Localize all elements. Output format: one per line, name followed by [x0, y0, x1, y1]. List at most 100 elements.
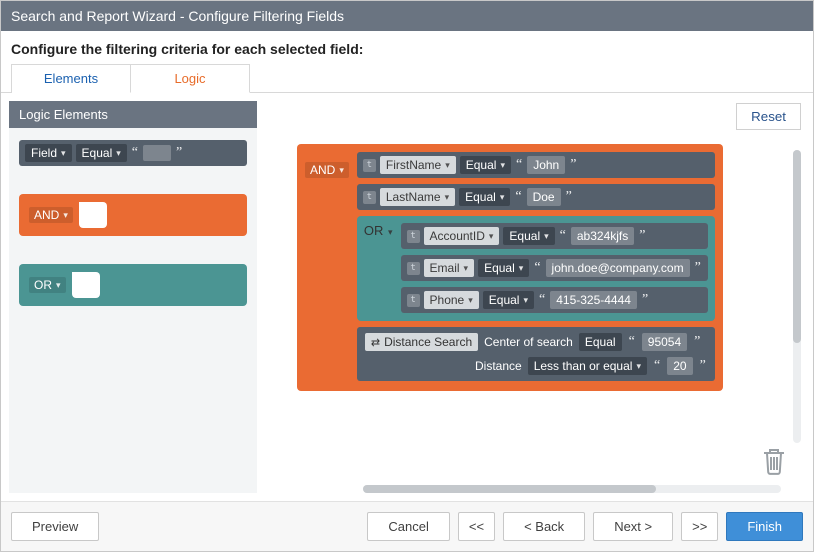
quote-icon: ”	[569, 157, 577, 173]
text-type-icon: t	[363, 159, 376, 172]
text-type-icon: t	[407, 262, 420, 275]
window-title: Search and Report Wizard - Configure Fil…	[1, 1, 813, 31]
field-dropdown[interactable]: LastName ▾	[380, 188, 455, 206]
condition-lastname[interactable]: t LastName ▾ Equal ▾ “ Doe ”	[357, 184, 715, 210]
palette-field-block[interactable]: Field ▾ Equal ▾ “ ”	[19, 140, 247, 166]
operator-dropdown[interactable]: Equal ▾	[459, 188, 510, 206]
center-value-input[interactable]: 95054	[642, 333, 687, 351]
condition-phone[interactable]: t Phone ▾ Equal ▾ “	[401, 287, 708, 313]
preview-button[interactable]: Preview	[11, 512, 99, 541]
value-input[interactable]	[143, 145, 171, 161]
value-input[interactable]: Doe	[527, 188, 561, 206]
quote-icon: ”	[638, 228, 646, 244]
first-page-button[interactable]: <<	[458, 512, 495, 541]
operator-label: Equal	[509, 229, 540, 243]
quote-icon: ”	[693, 334, 701, 350]
palette-or-block[interactable]: OR ▾	[19, 264, 247, 306]
operator-dropdown[interactable]: Equal ▾	[478, 259, 529, 277]
chevron-down-icon: ▾	[523, 295, 528, 306]
chevron-down-icon: ▾	[445, 192, 450, 203]
quote-icon: “	[628, 334, 636, 350]
field-dropdown[interactable]: Field ▾	[25, 144, 72, 162]
distance-search-block[interactable]: ⇄ Distance Search Center of search Equal…	[357, 327, 715, 381]
quote-icon: “	[514, 189, 522, 205]
operator-label: Equal	[466, 158, 497, 172]
or-group[interactable]: OR ▾ t AccountID ▾	[357, 216, 715, 321]
and-group[interactable]: AND ▾ t FirstName ▾	[297, 144, 723, 391]
or-dropdown[interactable]: OR ▾	[29, 277, 66, 293]
value-input[interactable]: ab324kjfs	[571, 227, 634, 245]
field-dropdown[interactable]: AccountID ▾	[424, 227, 500, 245]
chevron-down-icon: ▾	[489, 231, 494, 242]
and-dropdown[interactable]: AND ▾	[305, 162, 349, 178]
and-label: AND	[310, 163, 335, 177]
or-label: OR	[364, 223, 384, 238]
or-dropdown[interactable]: OR ▾	[364, 223, 393, 238]
distance-operator-dropdown[interactable]: Less than or equal ▾	[528, 357, 647, 375]
distance-label: Distance	[475, 359, 522, 373]
trash-icon[interactable]	[761, 446, 787, 479]
value-input[interactable]: 415-325-4444	[550, 291, 637, 309]
operator-label: Equal	[484, 261, 515, 275]
reset-button[interactable]: Reset	[736, 103, 801, 130]
chevron-down-icon: ▾	[339, 165, 344, 176]
value-input[interactable]: John	[527, 156, 565, 174]
palette-and-block[interactable]: AND ▾	[19, 194, 247, 236]
quote-icon: “	[533, 260, 541, 276]
tab-logic[interactable]: Logic	[130, 64, 250, 93]
chevron-down-icon: ▾	[500, 192, 505, 203]
operator-dropdown[interactable]: Equal ▾	[460, 156, 511, 174]
field-dropdown[interactable]: Phone ▾	[424, 291, 479, 309]
finish-button[interactable]: Finish	[726, 512, 803, 541]
and-body: t FirstName ▾ Equal ▾ “ John ”	[357, 152, 715, 381]
chevron-down-icon: ▾	[61, 148, 66, 159]
field-label: Field	[31, 146, 57, 160]
field-label: FirstName	[386, 158, 441, 172]
quote-icon: ”	[694, 260, 702, 276]
quote-icon: ”	[175, 145, 183, 161]
quote-icon: ”	[699, 358, 707, 374]
last-page-button[interactable]: >>	[681, 512, 718, 541]
center-operator[interactable]: Equal	[579, 333, 622, 351]
field-label: Email	[430, 261, 460, 275]
palette-header: Logic Elements	[9, 101, 257, 128]
vertical-scrollbar[interactable]	[793, 150, 801, 443]
text-type-icon: t	[363, 191, 376, 204]
operator-dropdown[interactable]: Equal ▾	[503, 227, 554, 245]
logic-canvas[interactable]: AND ▾ t FirstName ▾	[257, 136, 805, 493]
wizard-footer: Preview Cancel << < Back Next > >> Finis…	[1, 501, 813, 551]
operator-label: Equal	[82, 146, 113, 160]
operator-dropdown[interactable]: Equal ▾	[483, 291, 534, 309]
field-label: Phone	[430, 293, 465, 307]
next-button[interactable]: Next >	[593, 512, 673, 541]
text-type-icon: t	[407, 294, 420, 307]
distance-search-label: Distance Search	[384, 335, 472, 349]
palette-body: Field ▾ Equal ▾ “ ” AND ▾	[9, 128, 257, 493]
canvas-wrap: Reset AND ▾ t Fi	[257, 101, 805, 493]
center-of-search-label: Center of search	[484, 335, 573, 349]
horizontal-scrollbar[interactable]	[363, 485, 781, 493]
operator-label: Equal	[465, 190, 496, 204]
distance-search-button[interactable]: ⇄ Distance Search	[365, 333, 478, 351]
condition-email[interactable]: t Email ▾ Equal ▾ “	[401, 255, 708, 281]
text-type-icon: t	[407, 230, 420, 243]
chevron-down-icon: ▾	[544, 231, 549, 242]
operator-dropdown[interactable]: Equal ▾	[76, 144, 127, 162]
condition-firstname[interactable]: t FirstName ▾ Equal ▾ “ John ”	[357, 152, 715, 178]
value-input[interactable]: john.doe@company.com	[546, 259, 690, 277]
chevron-down-icon: ▾	[468, 295, 473, 306]
cancel-button[interactable]: Cancel	[367, 512, 449, 541]
field-dropdown[interactable]: Email ▾	[424, 259, 475, 277]
tab-elements[interactable]: Elements	[11, 64, 131, 93]
wizard-window: Search and Report Wizard - Configure Fil…	[0, 0, 814, 552]
quote-icon: “	[515, 157, 523, 173]
page-subtitle: Configure the filtering criteria for eac…	[1, 31, 813, 65]
back-button[interactable]: < Back	[503, 512, 585, 541]
quote-icon: “	[653, 358, 661, 374]
condition-accountid[interactable]: t AccountID ▾ Equal ▾ “	[401, 223, 708, 249]
or-label: OR	[34, 278, 52, 292]
field-dropdown[interactable]: FirstName ▾	[380, 156, 456, 174]
distance-value-input[interactable]: 20	[667, 357, 692, 375]
chevron-down-icon: ▾	[388, 227, 393, 237]
and-dropdown[interactable]: AND ▾	[29, 207, 73, 223]
